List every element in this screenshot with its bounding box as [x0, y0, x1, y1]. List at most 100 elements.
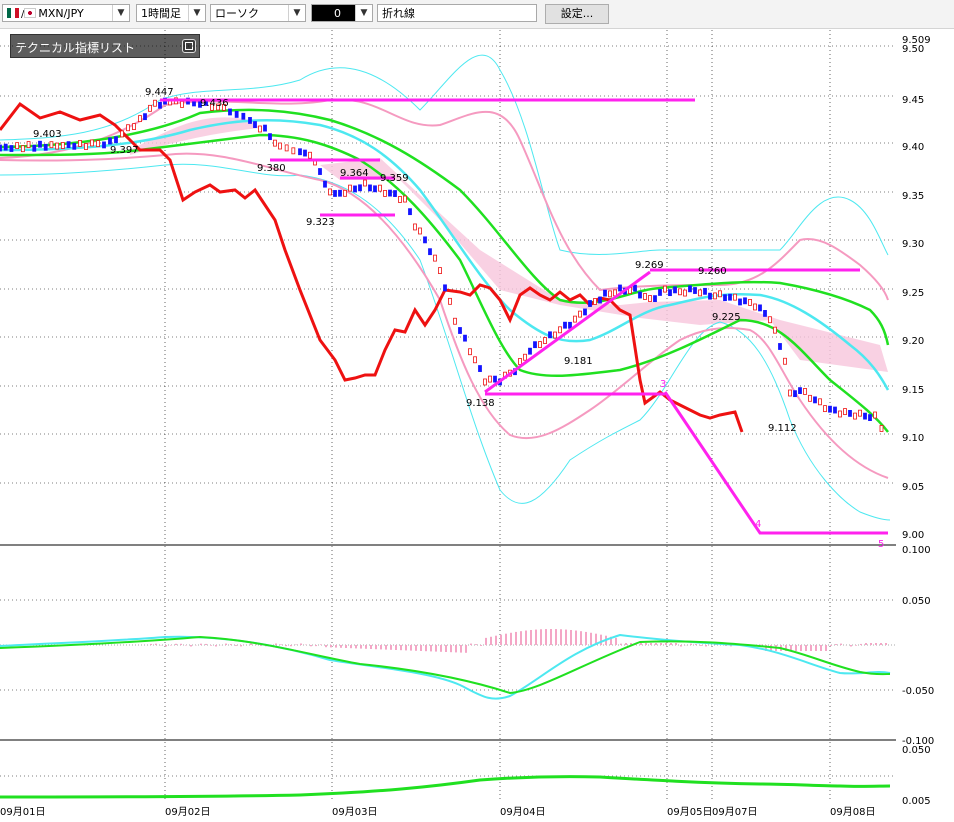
candle	[228, 108, 232, 116]
price-tick-label: 9.30	[902, 239, 924, 250]
candle	[648, 295, 652, 302]
candle	[758, 304, 762, 312]
candle	[863, 412, 867, 420]
macd-histogram-bar	[440, 645, 442, 652]
candle	[180, 100, 184, 108]
candle	[153, 99, 157, 107]
price-annotation: 9.403	[33, 129, 62, 140]
macd-histogram-bar	[670, 643, 672, 645]
candle	[428, 248, 432, 256]
macd-histogram-bar	[495, 635, 497, 645]
bollinger-lower	[0, 163, 891, 521]
price-chart[interactable]: 9.5099.509.459.409.359.309.259.209.159.1…	[0, 29, 954, 822]
candle	[26, 141, 31, 148]
macd-histogram-bar	[255, 644, 257, 645]
macd-histogram-bar	[405, 645, 407, 651]
candle	[120, 130, 124, 138]
candle	[663, 285, 667, 293]
macd-histogram-bar	[210, 645, 212, 646]
macd-histogram-bar	[310, 645, 312, 647]
macd-histogram-bar	[680, 645, 682, 647]
candle	[55, 142, 60, 150]
chart-type-select[interactable]: ローソク ▼	[210, 4, 306, 22]
candle	[733, 293, 737, 301]
macd-histogram-bar	[300, 643, 302, 645]
candle	[728, 293, 732, 301]
macd-tick-label: 0.050	[902, 596, 931, 607]
price-tick-label: 9.25	[902, 288, 924, 299]
candle	[388, 189, 392, 197]
macd-histogram-bar	[420, 645, 422, 651]
macd-histogram-bar	[805, 645, 807, 651]
macd-histogram-bar	[525, 630, 527, 645]
wave-label: 5	[878, 539, 884, 550]
candle	[803, 388, 807, 395]
candle	[84, 143, 88, 150]
macd-histogram-bar	[490, 636, 492, 645]
candle	[558, 326, 562, 334]
candle	[838, 410, 842, 418]
price-annotation: 9.225	[712, 312, 741, 323]
candle	[593, 298, 597, 305]
timeframe-select[interactable]: 1時間足 ▼	[136, 4, 206, 22]
color-select[interactable]: 0 ▼	[311, 4, 373, 22]
macd-histogram-bar	[460, 645, 462, 653]
candle	[241, 112, 246, 120]
price-tick-label: 9.35	[902, 191, 924, 202]
candle	[743, 297, 747, 305]
candle	[363, 179, 367, 187]
macd-histogram-bar	[560, 629, 562, 645]
candle	[688, 285, 692, 293]
color-value: 0	[334, 7, 341, 20]
macd-histogram-bar	[175, 643, 177, 645]
macd-histogram-bar	[190, 645, 192, 647]
candle	[353, 185, 357, 193]
macd-histogram-bar	[570, 629, 572, 645]
chevron-down-icon: ▼	[188, 5, 205, 21]
macd-histogram-bar	[335, 645, 337, 648]
candle	[538, 341, 542, 348]
macd-histogram-bar	[445, 645, 447, 652]
macd-histogram-bar	[325, 645, 327, 648]
macd-histogram-bar	[435, 645, 437, 652]
candle	[258, 125, 262, 133]
macd-histogram-bar	[530, 629, 532, 645]
candle	[448, 297, 452, 305]
date-label: 09月03日	[332, 806, 377, 818]
macd-histogram-bar	[465, 645, 467, 653]
candle	[568, 321, 572, 329]
macd-histogram-bar	[230, 644, 232, 645]
macd-histogram-bar	[385, 645, 387, 650]
candle	[533, 341, 537, 349]
macd-histogram-bar	[155, 643, 157, 645]
price-tick-label: 9.50	[902, 44, 924, 55]
candle	[578, 310, 582, 318]
candle	[483, 378, 487, 386]
candle	[643, 293, 647, 300]
candle	[108, 137, 112, 145]
candle	[478, 365, 482, 372]
macd-histogram-bar	[615, 637, 617, 645]
line-type-select[interactable]: 折れ線	[377, 4, 537, 22]
candle	[438, 267, 442, 274]
candle	[158, 101, 162, 109]
macd-histogram-bar	[870, 643, 872, 645]
macd-histogram-bar	[795, 645, 797, 651]
symbol-select[interactable]: / MXN/JPY ▼	[2, 4, 130, 22]
candle	[32, 144, 37, 152]
chevron-down-icon: ▼	[355, 5, 372, 21]
candle	[348, 184, 352, 192]
candle	[678, 288, 682, 296]
macd-histogram-bar	[585, 631, 587, 645]
candle	[598, 296, 602, 304]
wave-label: 4	[755, 519, 761, 530]
macd-histogram-bar	[705, 645, 707, 647]
candle	[373, 185, 377, 193]
price-annotation: 9.112	[768, 423, 797, 434]
price-tick-label: 9.20	[902, 336, 924, 347]
candle	[328, 188, 332, 196]
candle	[493, 375, 497, 383]
price-tick-label: 9.45	[902, 95, 924, 106]
timeframe-label: 1時間足	[141, 7, 181, 20]
settings-button[interactable]: 設定...	[545, 4, 609, 24]
